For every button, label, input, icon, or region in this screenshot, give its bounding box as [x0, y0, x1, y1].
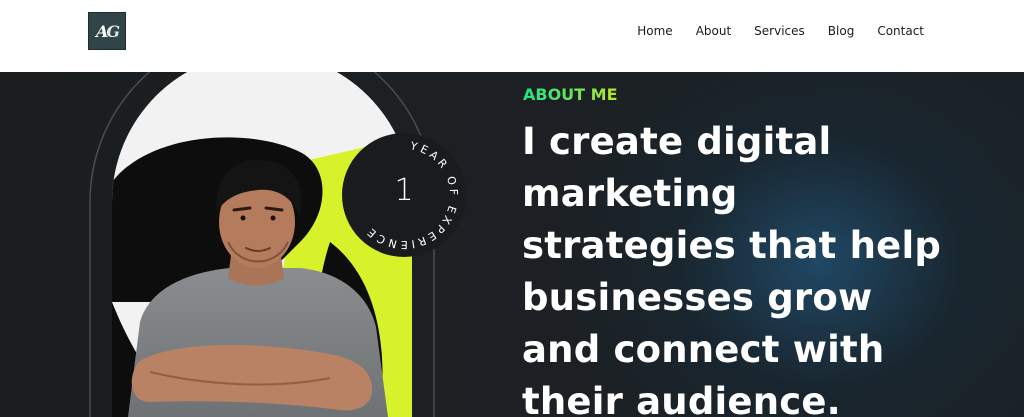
section-eyebrow: ABOUT ME [523, 85, 618, 104]
nav-services-link[interactable]: Services [754, 22, 805, 40]
hero-headline: I create digital marketing strategies th… [522, 120, 942, 417]
nav-about-link[interactable]: About [696, 22, 731, 40]
nav-home-link[interactable]: Home [637, 22, 672, 40]
site-header: AG Home About Services Blog Contact [0, 0, 1024, 72]
about-hero-section: YEAR OF EXPERIENCE 1 ABOUT ME I create d… [0, 72, 1024, 417]
experience-badge: YEAR OF EXPERIENCE 1 [340, 131, 468, 259]
site-logo[interactable]: AG [88, 12, 126, 50]
logo-letter-g: G [106, 21, 120, 41]
logo-letter-a: A [95, 21, 109, 41]
portrait-area: YEAR OF EXPERIENCE 1 [0, 72, 500, 417]
experience-years: 1 [394, 173, 414, 208]
nav-contact-link[interactable]: Contact [877, 22, 924, 40]
main-nav: Home About Services Blog Contact [637, 22, 924, 40]
nav-blog-link[interactable]: Blog [828, 22, 855, 40]
